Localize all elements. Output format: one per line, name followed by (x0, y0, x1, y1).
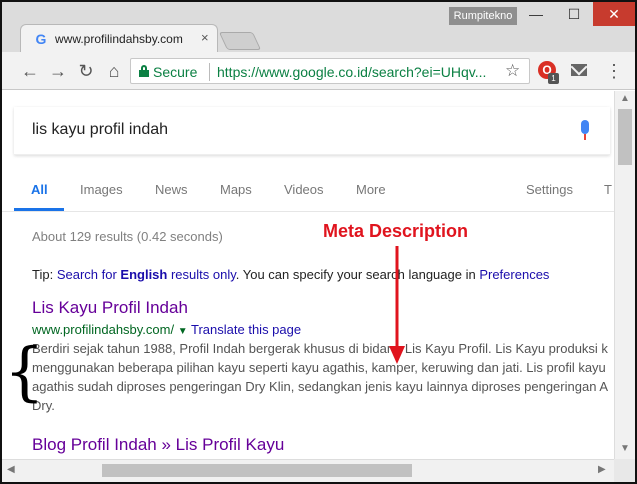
preferences-link[interactable]: Preferences (479, 267, 549, 282)
scrollbar-corner (614, 459, 635, 482)
tab-settings[interactable]: Settings (526, 182, 573, 197)
tip-middle: . You can specify your search language i… (235, 267, 480, 282)
search-english-link[interactable]: Search for English results only (57, 267, 236, 282)
home-icon[interactable]: ⌂ (103, 60, 125, 82)
scroll-up-icon[interactable]: ▲ (620, 93, 630, 104)
google-favicon-icon: G (35, 31, 47, 47)
menu-dots-icon[interactable]: ⋮ (605, 60, 623, 82)
vertical-scroll-thumb[interactable] (618, 109, 632, 165)
horizontal-scroll-thumb[interactable] (102, 464, 412, 477)
tab-more[interactable]: More (356, 182, 386, 197)
tab-tools[interactable]: T (604, 182, 612, 197)
url-text[interactable]: https://www.google.co.id/search?ei=UHqv.… (217, 64, 497, 80)
mail-icon[interactable] (571, 64, 587, 76)
close-window-button[interactable]: ✕ (593, 2, 635, 26)
tab-all[interactable]: All (31, 182, 48, 197)
search-english-link-text: Search for (56, 267, 121, 282)
result-snippet: Berdiri sejak tahun 1988, Profil Indah b… (32, 339, 612, 415)
result-url-text[interactable]: www.profilindahsby.com/ (32, 322, 174, 337)
scroll-left-icon[interactable]: ◀ (7, 464, 15, 475)
left-brace: { (4, 335, 45, 409)
horizontal-scrollbar[interactable]: ◀ ▶ (2, 459, 614, 482)
back-arrow-icon[interactable]: ← (19, 60, 41, 82)
search-english-bold: English (120, 267, 168, 282)
vertical-scrollbar[interactable]: ▲ ▼ (614, 91, 635, 459)
address-separator (209, 63, 210, 81)
meta-description-annotation: Meta Description (323, 221, 469, 241)
browser-toolbar: ← → ↻ ⌂ Secure https://www.google.co.id/… (2, 52, 635, 90)
profile-name[interactable]: Rumpitekno (449, 7, 517, 25)
snippet-line: Berdiri sejak tahun 1988, Profil Indah b… (32, 341, 608, 356)
snippet-line: agathis sudah diproses pengeringan Dry K… (32, 379, 608, 394)
result-title-link[interactable]: Blog Profil Indah » Lis Profil Kayu (32, 435, 284, 455)
tip-prefix: Tip: (32, 267, 57, 282)
tab-close-icon[interactable]: × (201, 30, 209, 45)
annotation-arrow-icon (389, 246, 405, 364)
language-tip: Tip: Search for English results only. Yo… (32, 267, 549, 282)
title-bar: Rumpitekno — ☐ ✕ G www.profilindahsby.co… (2, 2, 635, 52)
results-stats: About 129 results (0.42 seconds) (32, 229, 223, 244)
snippet-line: menggunakan beberapa pilihan kayu sepert… (32, 360, 606, 375)
page-content: lis kayu profil indah All Images News Ma… (2, 91, 614, 459)
maximize-button[interactable]: ☐ (555, 2, 593, 26)
search-query[interactable]: lis kayu profil indah (32, 121, 168, 139)
search-box[interactable]: lis kayu profil indah (14, 107, 610, 155)
tab-title: www.profilindahsby.com (55, 32, 183, 46)
dropdown-caret-icon[interactable]: ▼ (178, 326, 188, 337)
browser-window: Rumpitekno — ☐ ✕ G www.profilindahsby.co… (0, 0, 637, 484)
microphone-icon[interactable] (580, 120, 590, 142)
tab-maps[interactable]: Maps (220, 182, 252, 197)
extension-badge: 1 (548, 73, 559, 84)
result-url: www.profilindahsby.com/ ▼ Translate this… (32, 322, 301, 337)
scroll-right-icon[interactable]: ▶ (598, 464, 606, 475)
search-english-suffix: results only (167, 267, 236, 282)
lock-icon (139, 65, 149, 77)
tab-news[interactable]: News (155, 182, 188, 197)
forward-arrow-icon[interactable]: → (47, 60, 69, 82)
snippet-line: Dry. (32, 398, 55, 413)
bookmark-star-icon[interactable]: ☆ (505, 61, 520, 81)
browser-tab[interactable]: G www.profilindahsby.com × (20, 24, 218, 52)
tab-images[interactable]: Images (80, 182, 123, 197)
new-tab-button[interactable] (218, 32, 262, 50)
tabs-divider (2, 211, 614, 212)
address-bar[interactable]: Secure https://www.google.co.id/search?e… (130, 58, 530, 84)
translate-link[interactable]: Translate this page (191, 322, 301, 337)
tab-videos[interactable]: Videos (284, 182, 324, 197)
result-title-link[interactable]: Lis Kayu Profil Indah (32, 298, 188, 318)
reload-icon[interactable]: ↻ (75, 60, 97, 82)
scroll-down-icon[interactable]: ▼ (620, 443, 630, 454)
minimize-button[interactable]: — (517, 2, 555, 26)
search-tabs: All Images News Maps Videos More Setting… (14, 179, 614, 211)
secure-label: Secure (153, 64, 198, 80)
